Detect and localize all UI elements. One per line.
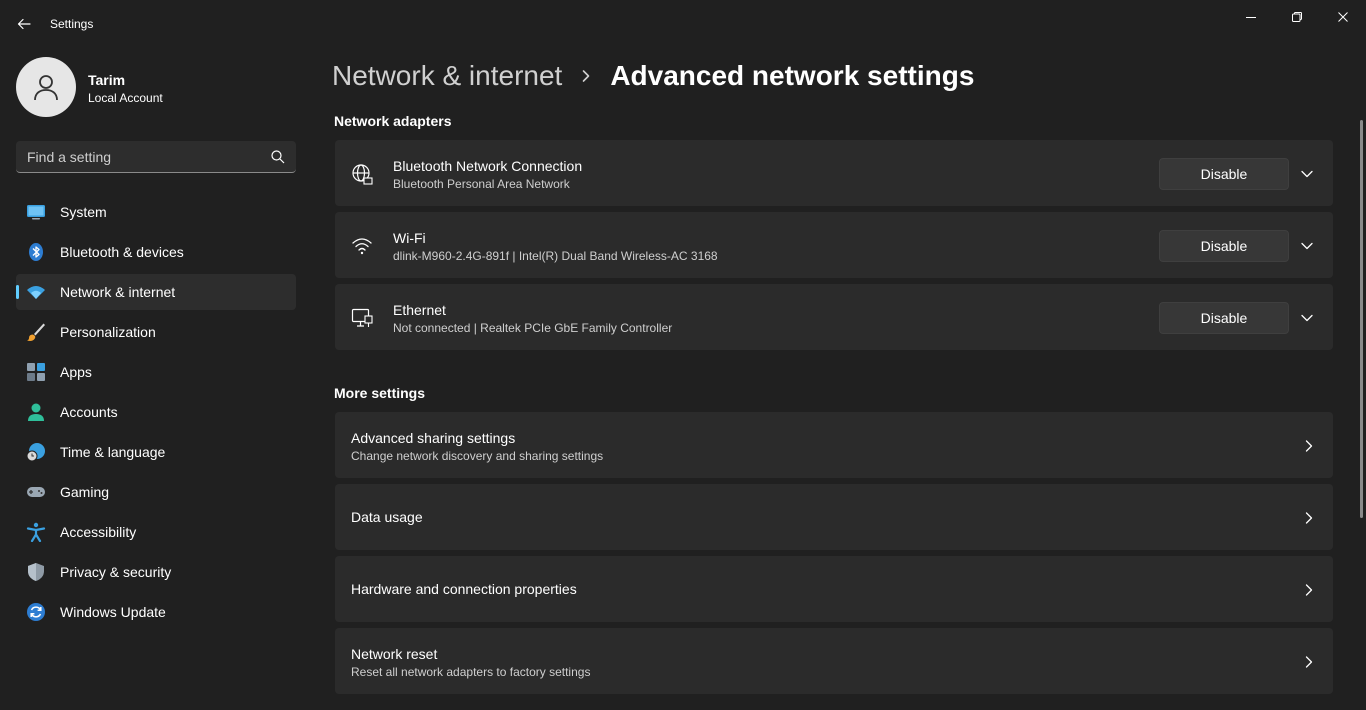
maximize-button[interactable] [1274,4,1320,30]
adapter-card-bluetooth[interactable]: Bluetooth Network Connection Bluetooth P… [335,140,1333,206]
adapter-detail: Bluetooth Personal Area Network [393,177,570,191]
settings-item-title: Hardware and connection properties [351,581,577,597]
settings-item-data-usage[interactable]: Data usage [335,484,1333,550]
sidebar-item-label: Apps [60,364,92,380]
sidebar-item-label: Privacy & security [60,564,172,580]
sidebar-item-windows-update[interactable]: Windows Update [16,594,296,630]
settings-item-title: Network reset [351,646,438,662]
person-icon [26,402,46,422]
minimize-button[interactable] [1228,4,1274,30]
scrollbar[interactable] [1360,120,1363,518]
chevron-down-icon[interactable] [1297,308,1317,328]
globe-clock-icon [26,442,46,462]
adapter-detail: dlink-M960-2.4G-891f | Intel(R) Dual Ban… [393,249,718,263]
chevron-down-icon[interactable] [1297,164,1317,184]
settings-item-hardware-properties[interactable]: Hardware and connection properties [335,556,1333,622]
close-button[interactable] [1320,4,1366,30]
settings-item-network-reset[interactable]: Network reset Reset all network adapters… [335,628,1333,694]
adapter-name: Ethernet [393,302,446,318]
restore-icon [1292,12,1302,22]
adapter-card-wifi[interactable]: Wi-Fi dlink-M960-2.4G-891f | Intel(R) Du… [335,212,1333,278]
page-title: Advanced network settings [610,60,975,91]
sidebar-item-time-language[interactable]: Time & language [16,434,296,470]
chevron-right-icon [1299,580,1319,600]
ethernet-icon [351,307,373,329]
disable-button[interactable]: Disable [1159,302,1289,334]
settings-item-title: Advanced sharing settings [351,430,516,446]
monitor-icon [26,202,46,222]
adapter-card-ethernet[interactable]: Ethernet Not connected | Realtek PCIe Gb… [335,284,1333,350]
sidebar-item-accounts[interactable]: Accounts [16,394,296,430]
accessibility-icon [26,522,46,542]
sidebar-item-label: Personalization [60,324,156,340]
bluetooth-icon [26,242,46,262]
search-input[interactable] [16,141,256,172]
brush-icon [26,322,46,342]
breadcrumb-parent-link[interactable]: Network & internet [332,60,562,92]
person-avatar-icon [34,75,58,101]
app-title: Settings [50,17,94,31]
chevron-right-icon [580,69,592,83]
user-name: Tarim [88,72,126,88]
update-icon [26,602,46,622]
adapter-detail: Not connected | Realtek PCIe GbE Family … [393,321,673,335]
close-icon [1338,12,1348,22]
settings-item-subtitle: Change network discovery and sharing set… [351,449,604,463]
chevron-right-icon [1299,508,1319,528]
sidebar-item-label: System [60,204,107,220]
sidebar-item-label: Windows Update [60,604,166,620]
wifi-icon [351,235,373,257]
section-title-more-settings: More settings [334,385,426,401]
section-title-network-adapters: Network adapters [334,113,452,129]
sidebar-item-label: Bluetooth & devices [60,244,184,260]
title-bar: Settings [0,0,1366,48]
sidebar-item-label: Network & internet [60,284,176,300]
avatar [16,57,76,117]
sidebar-item-bluetooth[interactable]: Bluetooth & devices [16,234,296,270]
account-type: Local Account [88,91,163,105]
sidebar-item-label: Accessibility [60,524,137,540]
disable-button[interactable]: Disable [1159,230,1289,262]
settings-item-advanced-sharing[interactable]: Advanced sharing settings Change network… [335,412,1333,478]
globe-network-icon [351,163,373,185]
user-profile[interactable]: Tarim Local Account [16,57,296,117]
shield-icon [26,562,46,582]
search-box [16,141,296,173]
search-icon[interactable] [270,149,286,165]
sidebar-item-label: Gaming [60,484,110,500]
sidebar-item-accessibility[interactable]: Accessibility [16,514,296,550]
gamepad-icon [26,482,46,502]
sidebar-item-label: Accounts [60,404,118,420]
chevron-down-icon[interactable] [1297,236,1317,256]
chevron-right-icon [1299,652,1319,672]
adapter-name: Bluetooth Network Connection [393,158,583,174]
sidebar-item-system[interactable]: System [16,194,296,230]
sidebar-item-gaming[interactable]: Gaming [16,474,296,510]
breadcrumb: Network & internet Advanced network sett… [332,58,974,94]
disable-button[interactable]: Disable [1159,158,1289,190]
sidebar-item-apps[interactable]: Apps [16,354,296,390]
settings-item-subtitle: Reset all network adapters to factory se… [351,665,591,679]
sidebar-item-privacy[interactable]: Privacy & security [16,554,296,590]
adapter-name: Wi-Fi [393,230,426,246]
minimize-icon [1246,17,1256,18]
sidebar-item-network[interactable]: Network & internet [16,274,296,310]
apps-icon [26,362,46,382]
settings-item-title: Data usage [351,509,423,525]
chevron-right-icon [1299,436,1319,456]
wifi-icon [26,282,46,302]
back-arrow-icon [17,18,31,30]
back-button[interactable] [12,12,36,36]
sidebar-nav: System Bluetooth & devices Network & int… [16,194,296,634]
sidebar-item-label: Time & language [60,444,166,460]
sidebar-item-personalization[interactable]: Personalization [16,314,296,350]
